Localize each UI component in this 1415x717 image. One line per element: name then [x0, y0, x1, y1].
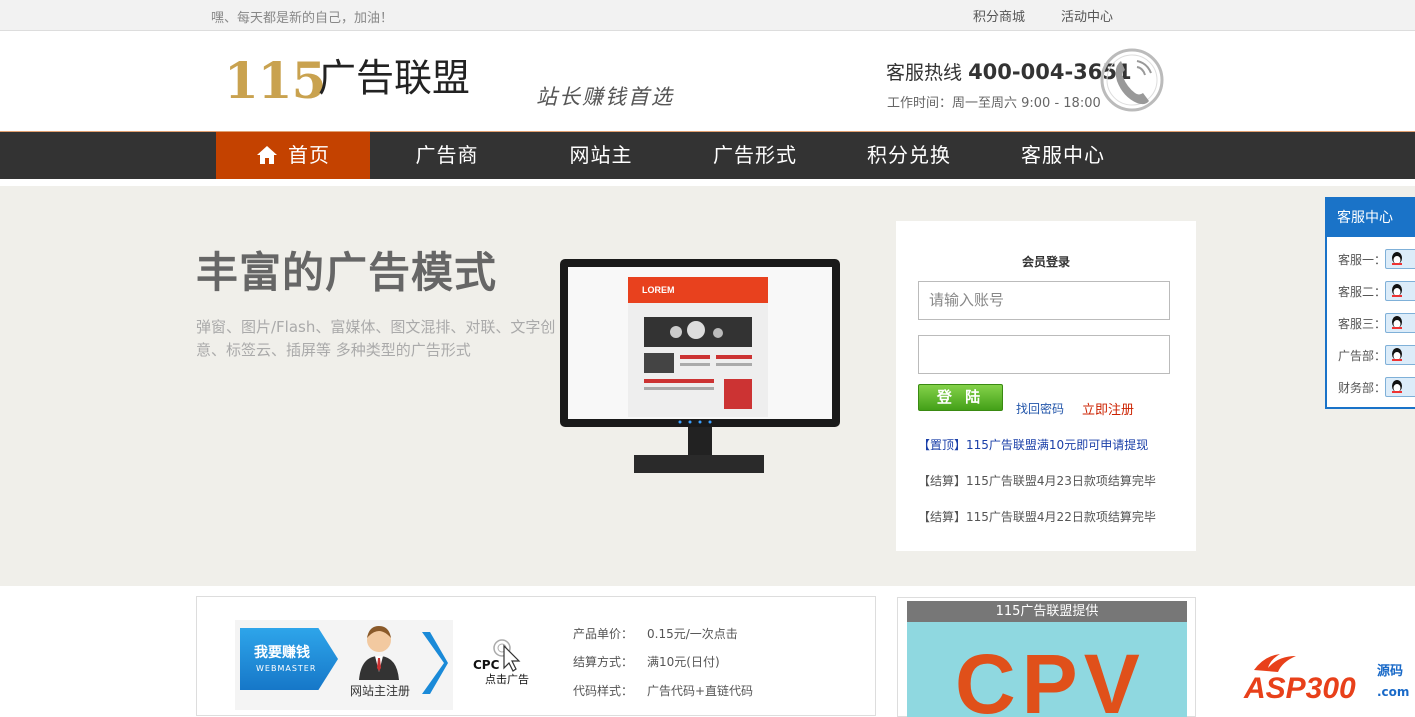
- cpv-text: CPV: [955, 637, 1146, 717]
- news-tag: 【置顶】: [918, 438, 967, 452]
- chevron-right-icon: [422, 632, 448, 694]
- user-avatar-icon: [359, 626, 399, 680]
- nav-points-exchange[interactable]: 积分兑换: [832, 132, 986, 179]
- watermark-suffix-top: 源码: [1377, 663, 1403, 679]
- spec-key: 结算方式：: [573, 655, 634, 669]
- cs-row-label: 财务部：: [1338, 381, 1387, 395]
- password-input[interactable]: [918, 335, 1170, 374]
- qq-chat-button[interactable]: [1385, 281, 1415, 301]
- spec-key: 代码样式：: [573, 684, 634, 698]
- watermark-suffix-bottom: .com: [1377, 685, 1409, 699]
- activity-center-link[interactable]: 活动中心: [1061, 6, 1113, 25]
- qq-chat-button[interactable]: [1385, 249, 1415, 269]
- provider-title: 115广告联盟提供: [907, 601, 1187, 622]
- home-icon: [257, 146, 277, 164]
- cs-row-label: 广告部：: [1338, 349, 1387, 363]
- main-nav: 首页 广告商 网站主 广告形式 积分兑换 客服中心: [0, 131, 1415, 179]
- banner-title: 丰富的广告模式: [196, 248, 498, 297]
- account-input[interactable]: [918, 281, 1170, 320]
- phone-icon: [1100, 48, 1164, 112]
- logo-number[interactable]: 115: [224, 56, 326, 106]
- qq-icon: [1392, 252, 1402, 265]
- work-time: 工作时间：周一至周六 9:00 - 18:00: [887, 96, 1101, 111]
- cs-row-label: 客服一：: [1338, 253, 1387, 267]
- spec-value: 满10元(日付): [647, 655, 720, 669]
- nav-home[interactable]: 首页: [216, 132, 370, 179]
- hotline-label: 客服热线: [886, 62, 963, 84]
- banner-description: 弹窗、图片/Flash、富媒体、图文混排、对联、文字创意、标签云、插屏等 多种类…: [196, 318, 556, 359]
- asp300-watermark-logo: ASP300 源码 .com: [1243, 654, 1409, 703]
- earn-label: 我要赚钱: [254, 645, 310, 661]
- nav-home-label: 首页: [288, 143, 330, 167]
- news-text: 115广告联盟4月22日款项结算完毕: [966, 510, 1156, 524]
- hotline: 客服热线 400-004-3651: [886, 62, 1132, 83]
- nav-customer-center[interactable]: 客服中心: [986, 132, 1140, 179]
- login-button[interactable]: 登 陆: [918, 384, 1003, 411]
- spec-key: 产品单价：: [573, 627, 634, 641]
- news-tag: 【结算】: [918, 510, 967, 524]
- news-item[interactable]: 【置顶】115广告联盟满10元即可申请提现: [918, 436, 1148, 453]
- earn-sub: WEBMASTER: [256, 664, 317, 673]
- nav-webmaster[interactable]: 网站主: [524, 132, 678, 179]
- customer-service-float: 客服中心 客服一： 客服二： 客服三： 广告部： 财务部：: [1325, 197, 1415, 409]
- news-text: 115广告联盟4月23日款项结算完毕: [966, 474, 1156, 488]
- register-link[interactable]: 立即注册: [1082, 399, 1134, 418]
- news-text: 115广告联盟满10元即可申请提现: [966, 438, 1149, 452]
- news-tag: 【结算】: [918, 474, 967, 488]
- qq-icon: [1392, 284, 1402, 297]
- qq-icon: [1392, 348, 1402, 361]
- monitor-illustration: LOREM: [560, 259, 840, 473]
- spec-value: 广告代码+直链代码: [647, 684, 754, 698]
- points-mall-link[interactable]: 积分商城: [973, 6, 1025, 25]
- screen-heading: LOREM: [642, 285, 675, 295]
- qq-icon: [1392, 380, 1402, 393]
- cpc-label: CPC: [473, 658, 500, 672]
- nav-ad-formats[interactable]: 广告形式: [678, 132, 832, 179]
- nav-advertiser[interactable]: 广告商: [370, 132, 524, 179]
- news-item[interactable]: 【结算】115广告联盟4月22日款项结算完毕: [918, 508, 1156, 525]
- news-item[interactable]: 【结算】115广告联盟4月23日款项结算完毕: [918, 472, 1156, 489]
- cpc-sub-label: 点击广告: [485, 673, 529, 686]
- slogan: 站长赚钱首选: [536, 85, 674, 109]
- earn-caption: 网站主注册: [350, 684, 411, 698]
- forgot-password-link[interactable]: 找回密码: [1016, 400, 1064, 417]
- cs-row-label: 客服三：: [1338, 317, 1387, 331]
- login-title: 会员登录: [1021, 255, 1070, 269]
- customer-service-title: 客服中心: [1327, 199, 1415, 237]
- top-bar: 嘿、每天都是新的自己，加油！ 积分商城 活动中心: [0, 0, 1415, 31]
- spec-value: 0.15元/一次点击: [647, 627, 738, 641]
- greeting-text: 嘿、每天都是新的自己，加油！: [211, 11, 394, 26]
- login-panel: 会员登录 登 陆 找回密码 立即注册 【置顶】115广告联盟满10元即可申请提现…: [896, 221, 1196, 551]
- webmaster-register-banner[interactable]: 我要赚钱 WEBMASTER 网站主注册: [235, 620, 453, 710]
- qq-icon: [1392, 316, 1402, 329]
- watermark-text: ASP300: [1243, 672, 1356, 703]
- qq-chat-button[interactable]: [1385, 345, 1415, 365]
- cs-row-label: 客服二：: [1338, 285, 1387, 299]
- qq-chat-button[interactable]: [1385, 313, 1415, 333]
- qq-chat-button[interactable]: [1385, 377, 1415, 397]
- earn-tag: 我要赚钱 WEBMASTER: [240, 628, 338, 690]
- logo-text[interactable]: 广告联盟: [318, 59, 470, 97]
